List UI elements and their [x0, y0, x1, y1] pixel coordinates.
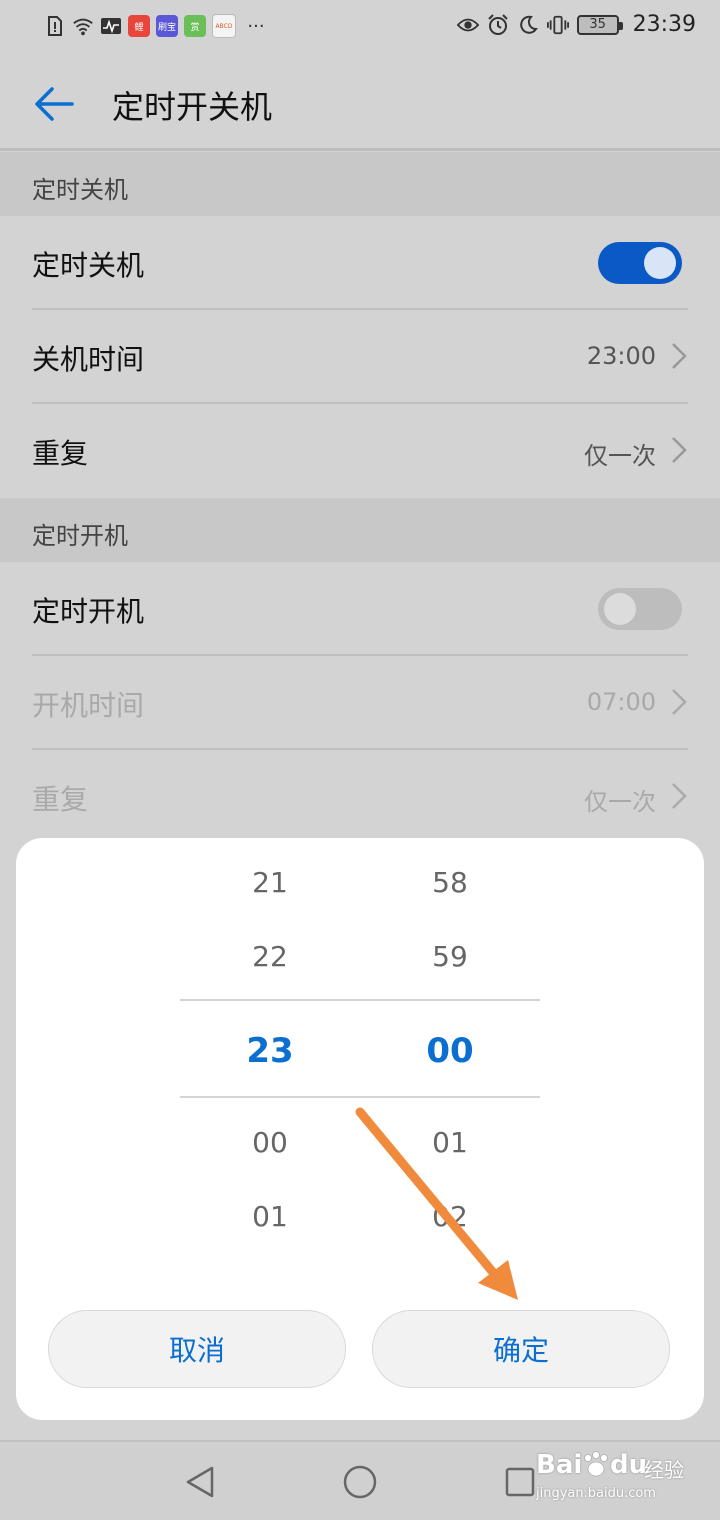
alarm-icon: [487, 13, 509, 36]
hour-option[interactable]: 22: [170, 940, 370, 973]
wifi-icon: [72, 15, 94, 37]
square-recents-icon: [505, 1467, 535, 1497]
shutdown-toggle-label: 定时关机: [32, 249, 145, 282]
watermark-text: 经验: [644, 1458, 684, 1482]
minute-option-selected[interactable]: 00: [350, 1031, 550, 1071]
section-header-boot: 定时开机: [0, 498, 720, 562]
screen: 鲤 刷宝 赏 ABCD ··· 35 23:39 定时开关机 定时关机 定时关机…: [0, 0, 720, 1520]
confirm-button[interactable]: 确定: [372, 1310, 670, 1388]
chevron-right-icon: [672, 343, 687, 369]
cancel-button[interactable]: 取消: [48, 1310, 346, 1388]
chevron-right-icon: [672, 437, 687, 463]
boot-time-value: 07:00: [586, 688, 656, 716]
hour-option[interactable]: 21: [170, 866, 370, 899]
shutdown-toggle-row[interactable]: 定时关机: [0, 216, 720, 309]
picker-selection-line-bottom: [180, 1096, 540, 1098]
boot-repeat-label: 重复: [32, 783, 89, 816]
shutdown-toggle-switch[interactable]: [598, 242, 682, 284]
eye-comfort-icon: [456, 14, 479, 36]
circle-home-icon: [343, 1465, 377, 1499]
shutdown-repeat-value: 仅一次: [584, 442, 656, 470]
shutdown-time-row[interactable]: 关机时间 23:00: [0, 310, 720, 403]
header-divider: [0, 148, 720, 151]
boot-toggle-label: 定时开机: [32, 595, 145, 628]
shutdown-repeat-label: 重复: [32, 437, 89, 470]
battery-icon: 35: [576, 14, 623, 35]
status-bar-left: 鲤 刷宝 赏 ABCD ···: [44, 14, 270, 38]
app-badge-icon: 刷宝: [156, 15, 178, 37]
status-bar: 鲤 刷宝 赏 ABCD ··· 35 23:39: [0, 0, 720, 56]
hour-wheel[interactable]: 21 22 23 00 01: [170, 838, 370, 1268]
back-button[interactable]: [30, 80, 78, 128]
status-bar-right: 35 23:39: [456, 12, 696, 37]
app-badge-icon: ABCD: [212, 14, 236, 38]
status-time: 23:39: [632, 12, 696, 37]
boot-time-row[interactable]: 开机时间 07:00: [0, 656, 720, 749]
chevron-right-icon: [672, 689, 687, 715]
minute-option[interactable]: 59: [350, 940, 550, 973]
chevron-right-icon: [672, 783, 687, 809]
hour-option-selected[interactable]: 23: [170, 1031, 370, 1071]
back-arrow-icon: [35, 87, 74, 121]
shutdown-time-value: 23:00: [586, 342, 656, 370]
boot-toggle-switch[interactable]: [598, 588, 682, 630]
toggle-knob: [604, 593, 636, 625]
boot-time-label: 开机时间: [32, 689, 145, 722]
activity-icon: [100, 15, 122, 37]
nav-home-button[interactable]: [338, 1460, 382, 1504]
app-badge-icon: 赏: [184, 15, 206, 37]
picker-selection-line-top: [180, 999, 540, 1001]
do-not-disturb-moon-icon: [517, 14, 539, 36]
minute-wheel[interactable]: 58 59 00 01 02: [350, 838, 550, 1268]
toggle-knob: [644, 247, 676, 279]
vibrate-icon: [546, 14, 569, 36]
boot-repeat-value: 仅一次: [584, 788, 656, 816]
watermark-brand-suffix: du: [610, 1450, 648, 1480]
sim-alert-icon: [44, 15, 66, 37]
shutdown-time-label: 关机时间: [32, 343, 145, 376]
app-header: 定时开关机: [0, 56, 720, 148]
section-header-shutdown: 定时关机: [0, 152, 720, 216]
hour-option[interactable]: 01: [170, 1200, 370, 1233]
app-badge-icon: 鲤: [128, 15, 150, 37]
section-title: 定时关机: [32, 176, 128, 204]
minute-option[interactable]: 58: [350, 866, 550, 899]
watermark-brand: Bai: [536, 1450, 583, 1480]
shutdown-repeat-row[interactable]: 重复 仅一次: [0, 404, 720, 497]
baidu-watermark: Bai du 经验 jingyan.baidu.com: [536, 1446, 686, 1510]
page-title: 定时开关机: [112, 88, 273, 126]
hour-option[interactable]: 00: [170, 1126, 370, 1159]
boot-toggle-row[interactable]: 定时开机: [0, 562, 720, 655]
time-picker-dialog: 21 22 23 00 01 58 59 00 01 02 取消 确定: [16, 838, 704, 1420]
more-notifications-icon: ···: [247, 15, 265, 37]
minute-option[interactable]: 01: [350, 1126, 550, 1159]
boot-repeat-row[interactable]: 重复 仅一次: [0, 750, 720, 843]
minute-option[interactable]: 02: [350, 1200, 550, 1233]
paw-icon: [584, 1451, 608, 1477]
watermark-url: jingyan.baidu.com: [536, 1486, 656, 1501]
nav-back-button[interactable]: [178, 1460, 222, 1504]
section-title: 定时开机: [32, 522, 128, 550]
triangle-back-icon: [186, 1466, 214, 1498]
